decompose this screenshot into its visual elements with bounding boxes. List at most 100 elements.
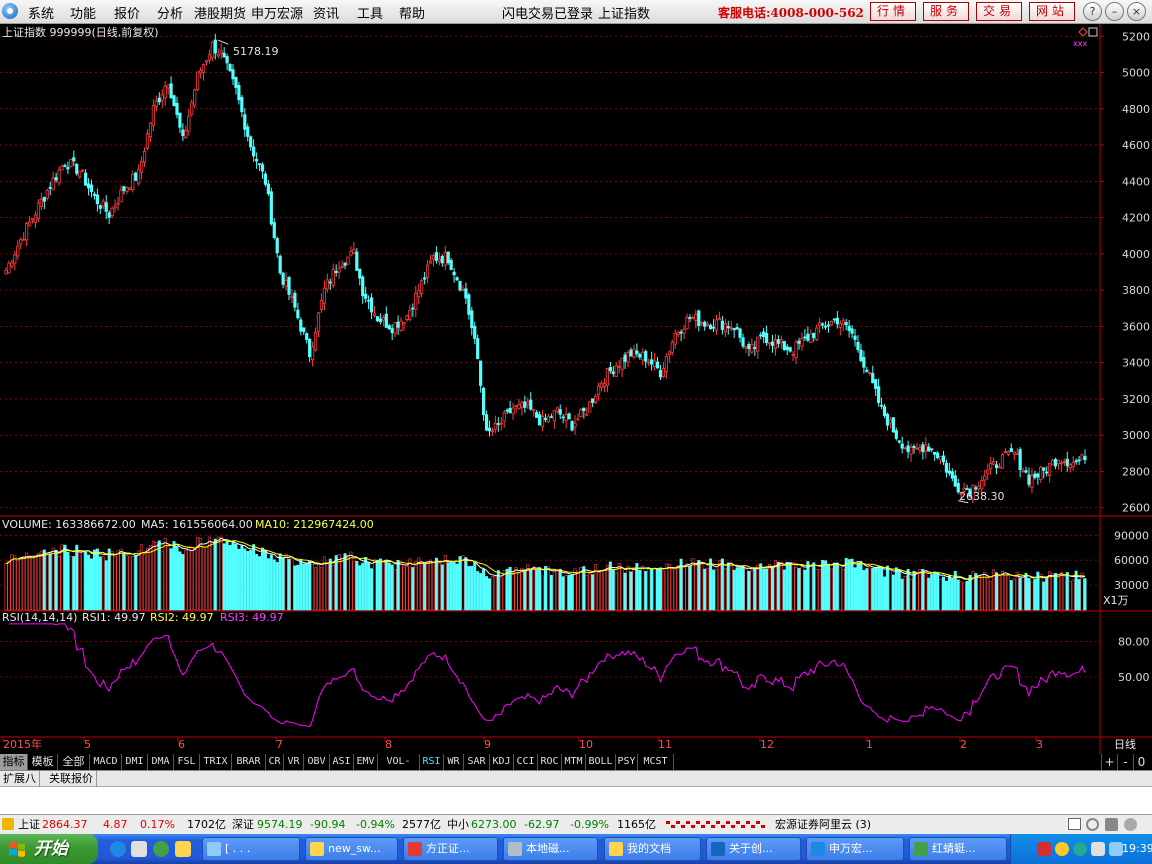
note-icon[interactable] [1068, 818, 1081, 830]
indicator-tab-dmi[interactable]: DMI [122, 754, 148, 770]
candle-body [732, 328, 736, 331]
menu-quote[interactable]: 报价 [114, 3, 140, 22]
taskbar-window-5[interactable]: 关于创... [706, 837, 801, 861]
sz-value[interactable]: 9574.19 [257, 815, 303, 834]
zoom-in-button[interactable]: + [1101, 754, 1117, 770]
menu-analysis[interactable]: 分析 [157, 3, 183, 22]
service-button[interactable]: 服务 [923, 2, 969, 21]
indicator-tab-cci[interactable]: CCI [514, 754, 538, 770]
help-icon[interactable]: ? [1083, 2, 1102, 21]
tray-app-icon[interactable] [1055, 842, 1069, 856]
indicator-tab-dma[interactable]: DMA [148, 754, 174, 770]
indicator-tab-全部[interactable]: 全部 [58, 754, 90, 770]
tray-network-icon[interactable] [1073, 842, 1087, 856]
taskbar-window-3[interactable]: 本地磁... [503, 837, 598, 861]
reset-button[interactable]: 0 [1133, 754, 1149, 770]
price-tick-label: 4000 [1122, 248, 1150, 261]
indicator-tab-fsl[interactable]: FSL [174, 754, 200, 770]
candle-body [1077, 459, 1081, 462]
volume-bar [549, 574, 553, 611]
candle-body [850, 328, 854, 334]
indicator-tab-roc[interactable]: ROC [538, 754, 562, 770]
tray-flag-icon[interactable] [1037, 842, 1051, 856]
indicator-tab-rsi[interactable]: RSI [420, 754, 444, 770]
taskbar-window-0[interactable]: [ . . . [202, 837, 300, 861]
candle-body [1036, 473, 1040, 478]
market-button[interactable]: 行情 [870, 2, 916, 21]
indicator-tab-cr[interactable]: CR [266, 754, 284, 770]
app-logo-icon[interactable] [2, 3, 18, 19]
browser-icon[interactable] [153, 841, 169, 857]
volume-bar [573, 568, 577, 611]
clock[interactable]: 19:39 [1122, 842, 1152, 855]
taskbar-window-2[interactable]: 方正证... [403, 837, 498, 861]
lock-icon[interactable] [1105, 818, 1118, 831]
website-button[interactable]: 网站 [1029, 2, 1075, 21]
settings-icon[interactable] [1124, 818, 1137, 831]
indicator-tab-vol-tdx[interactable]: VOL-TDX [378, 754, 420, 783]
indicator-tab-obv[interactable]: OBV [304, 754, 330, 770]
indicator-tab-asi[interactable]: ASI [330, 754, 354, 770]
indicator-tab-boll[interactable]: BOLL [586, 754, 616, 770]
volume-bar [81, 551, 85, 611]
indicator-tab-mcst[interactable]: MCST [638, 754, 674, 770]
volume-bar [98, 556, 102, 611]
tab-extension-8[interactable]: 扩展八 [0, 771, 40, 787]
start-button[interactable]: 开始 [0, 834, 98, 864]
indicator-tab-kdj[interactable]: KDJ [490, 754, 514, 770]
taskbar-window-6[interactable]: 申万宏... [806, 837, 904, 861]
tray-shield-icon[interactable] [1091, 842, 1105, 856]
volume-bar [694, 563, 698, 611]
desktop-icon[interactable] [131, 841, 147, 857]
indicator-tab-brar[interactable]: BRAR [232, 754, 266, 770]
volume-bar [891, 574, 895, 611]
taskbar-window-4[interactable]: 我的文档 [604, 837, 701, 861]
tab-related-quotes[interactable]: 关联报价 [46, 771, 97, 787]
volume-bar [473, 561, 477, 611]
menu-system[interactable]: 系统 [28, 3, 54, 22]
menu-bar: 系统 功能 报价 分析 港股期货 申万宏源 资讯 工具 帮助 闪电交易已登录 上… [0, 0, 1152, 24]
period-label[interactable]: 日线 [1114, 737, 1136, 751]
candle-body [529, 399, 533, 410]
indicator-tab-vr[interactable]: VR [284, 754, 304, 770]
price-tick-label: 5000 [1122, 67, 1150, 80]
folder-icon[interactable] [175, 841, 191, 857]
menu-function[interactable]: 功能 [70, 3, 96, 22]
candle-body [75, 163, 79, 174]
sz-pct: -0.94% [356, 818, 395, 831]
sh-value[interactable]: 2864.37 [42, 815, 88, 834]
indicator-tab-macd[interactable]: MACD [90, 754, 122, 770]
menu-help[interactable]: 帮助 [399, 3, 425, 22]
indicator-tab-指标[interactable]: 指标 [0, 754, 28, 770]
taskbar-window-1[interactable]: new_sw... [305, 837, 398, 861]
tray-volume-icon[interactable] [1109, 842, 1123, 856]
close-icon[interactable]: × [1127, 2, 1146, 21]
activity-led [736, 821, 740, 824]
ie-icon[interactable] [110, 841, 126, 857]
volume-bar [405, 566, 409, 611]
indicator-tab-emv[interactable]: EMV [354, 754, 378, 770]
candle-body [346, 256, 350, 265]
candle-body [767, 342, 772, 345]
broker-server[interactable]: 宏源证券阿里云 (3) [775, 815, 871, 834]
menu-news[interactable]: 资讯 [313, 3, 339, 22]
indicator-tab-mtm[interactable]: MTM [562, 754, 586, 770]
zoom-out-button[interactable]: - [1117, 754, 1133, 770]
kline-chart[interactable]: 上证指数 999999(日线,前复权) 5200 5000 4800 4600 4400… [0, 24, 1152, 754]
menu-hk-futures[interactable]: 港股期货 [194, 3, 246, 22]
menu-shenwan[interactable]: 申万宏源 [251, 3, 303, 22]
indicator-tab-wr[interactable]: WR [444, 754, 464, 770]
indicator-tab-psy[interactable]: PSY [616, 754, 638, 770]
minimize-icon[interactable]: – [1105, 2, 1124, 21]
activity-led [681, 825, 685, 828]
trade-button[interactable]: 交易 [976, 2, 1022, 21]
indicator-tab-模板[interactable]: 模板 [28, 754, 58, 770]
indicator-tab-trix[interactable]: TRIX [200, 754, 232, 770]
zx-value[interactable]: 6273.00 [471, 815, 517, 834]
taskbar-window-7[interactable]: 红蜻蜓... [909, 837, 1007, 861]
volume-bar [877, 566, 881, 611]
candle-body [635, 350, 639, 355]
signal-icon[interactable] [1086, 818, 1099, 831]
indicator-tab-sar[interactable]: SAR [464, 754, 490, 770]
menu-tools[interactable]: 工具 [357, 3, 383, 22]
